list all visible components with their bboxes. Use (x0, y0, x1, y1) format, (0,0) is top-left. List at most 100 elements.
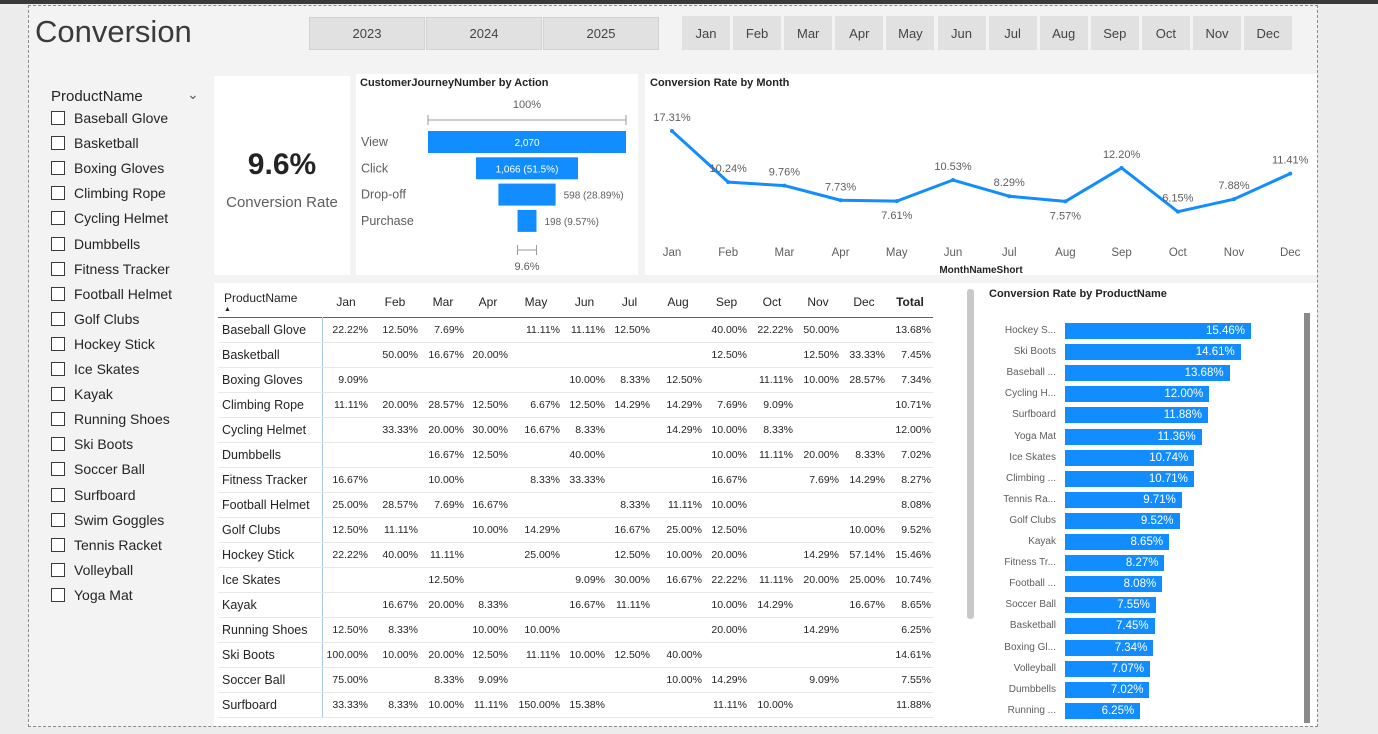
checkbox[interactable] (51, 462, 65, 477)
line-series[interactable] (670, 129, 1291, 214)
month-button-dec[interactable]: Dec (1244, 16, 1293, 50)
year-button-2025[interactable]: 2025 (543, 17, 659, 50)
matrix-column-header[interactable]: Oct (749, 287, 795, 317)
table-row[interactable]: Baseball Glove 22.22% 12.50% 7.69% 11.11% 11.… (218, 317, 933, 343)
slicer-item[interactable]: Boxing Gloves (51, 158, 164, 178)
line-point[interactable] (1007, 194, 1012, 199)
checkbox[interactable] (51, 562, 65, 577)
year-button-2024[interactable]: 2024 (426, 17, 542, 50)
sort-ascending-icon[interactable]: ▲ (224, 306, 322, 313)
table-row[interactable]: Climbing Rope 11.11% 20.00% 28.57% 12.50% 6.6… (218, 392, 933, 418)
line-point[interactable] (1175, 209, 1180, 214)
matrix-row-header[interactable]: ProductName ▲ (218, 287, 322, 317)
chevron-down-icon[interactable]: ⌄ (187, 86, 199, 103)
matrix-column-header[interactable]: Apr (466, 287, 510, 317)
checkbox[interactable] (51, 211, 65, 226)
slicer-item[interactable]: Football Helmet (51, 284, 172, 304)
slicer-item[interactable]: Basketball (51, 133, 139, 153)
bar[interactable]: 15.46% (1065, 323, 1251, 339)
slicer-item[interactable]: Cycling Helmet (51, 208, 168, 228)
checkbox[interactable] (51, 261, 65, 276)
matrix-column-header[interactable]: May (510, 287, 562, 317)
bar[interactable]: 11.88% (1065, 407, 1208, 424)
line-point[interactable] (1288, 171, 1293, 176)
slicer-item[interactable]: Hockey Stick (51, 334, 155, 354)
matrix-column-header[interactable]: Jun (562, 287, 607, 317)
checkbox[interactable] (51, 487, 65, 502)
checkbox[interactable] (51, 286, 65, 301)
slicer-item[interactable]: Golf Clubs (51, 309, 139, 329)
month-button-may[interactable]: May (886, 16, 935, 50)
bar[interactable]: 9.52% (1065, 512, 1180, 529)
matrix-column-header[interactable]: Aug (652, 287, 704, 317)
bar[interactable]: 6.25% (1065, 702, 1141, 719)
line-point[interactable] (782, 183, 787, 188)
matrix-column-header[interactable]: Sep (704, 287, 749, 317)
month-button-sep[interactable]: Sep (1090, 16, 1139, 50)
checkbox[interactable] (51, 412, 65, 427)
line-point[interactable] (1063, 199, 1068, 204)
line-point[interactable] (951, 178, 955, 183)
slicer-item[interactable]: Baseball Glove (51, 108, 168, 128)
month-button-mar[interactable]: Mar (784, 16, 833, 50)
slicer-item[interactable]: Dumbbells (51, 234, 140, 254)
month-button-jun[interactable]: Jun (937, 16, 986, 50)
matrix-column-header[interactable]: Nov (795, 287, 841, 317)
checkbox[interactable] (51, 437, 65, 452)
slicer-item[interactable]: Soccer Ball (51, 459, 145, 479)
year-button-2023[interactable]: 2023 (309, 17, 425, 50)
matrix-column-header[interactable]: Jul (607, 287, 652, 317)
checkbox[interactable] (51, 387, 65, 402)
table-row[interactable]: Boxing Gloves 9.09% 10.00% 8.33% 12.50% 11.11… (218, 367, 933, 393)
checkbox[interactable] (51, 186, 65, 201)
table-row[interactable]: Ski Boots 100.00% 10.00% 20.00% 12.50% 11.11%… (218, 642, 933, 668)
bar[interactable]: 7.55% (1065, 597, 1156, 614)
checkbox[interactable] (51, 336, 65, 351)
slicer-item[interactable]: Climbing Rope (51, 183, 166, 203)
slicer-item[interactable]: Tennis Racket (51, 535, 162, 555)
bar[interactable]: 12.00% (1065, 386, 1210, 403)
bar[interactable]: 11.36% (1065, 428, 1202, 445)
table-row[interactable]: Running Shoes 12.50% 8.33% 10.00% 10.00% 20.0… (218, 617, 933, 643)
bar[interactable]: 10.74% (1065, 449, 1195, 466)
slicer-item[interactable]: Ski Boots (51, 434, 133, 454)
table-row[interactable]: Surfboard 33.33% 8.33% 10.00% 11.11% 150.00% 1… (218, 692, 933, 718)
table-row[interactable]: Soccer Ball 75.00% 8.33% 9.09% 10.00% 14.29% 9… (218, 667, 933, 693)
matrix-column-header[interactable]: Jan (322, 287, 370, 317)
slicer-item[interactable]: Volleyball (51, 560, 133, 580)
bar[interactable]: 7.07% (1065, 660, 1151, 677)
checkbox[interactable] (51, 236, 65, 251)
bar[interactable]: 8.65% (1065, 534, 1170, 550)
checkbox[interactable] (51, 537, 65, 552)
bar[interactable]: 8.08% (1065, 576, 1163, 593)
checkbox[interactable] (51, 111, 65, 125)
checkbox[interactable] (51, 136, 65, 151)
line-point[interactable] (894, 199, 899, 204)
checkbox[interactable] (51, 362, 65, 376)
line-point[interactable] (838, 198, 843, 203)
month-button-apr[interactable]: Apr (835, 16, 884, 50)
table-row[interactable]: Football Helmet 25.00% 28.57% 7.69% 16.67% 8.… (218, 492, 933, 518)
table-row[interactable]: Golf Clubs 12.50% 11.11% 10.00% 14.29% 16.67%… (218, 517, 933, 543)
slicer-item[interactable]: Surfboard (51, 485, 135, 505)
slicer-item[interactable]: Ice Skates (51, 359, 139, 379)
bar[interactable]: 14.61% (1065, 344, 1241, 361)
slicer-item[interactable]: Running Shoes (51, 409, 170, 429)
month-button-feb[interactable]: Feb (733, 16, 782, 50)
matrix-column-header[interactable]: Total (887, 287, 933, 317)
month-button-nov[interactable]: Nov (1193, 16, 1241, 50)
bar[interactable]: 7.34% (1065, 639, 1154, 656)
slicer-item[interactable]: Swim Goggles (51, 510, 164, 530)
month-button-aug[interactable]: Aug (1039, 16, 1088, 50)
matrix-column-header[interactable]: Feb (370, 287, 420, 317)
bar[interactable]: 10.71% (1065, 470, 1194, 487)
checkbox[interactable] (51, 512, 65, 527)
matrix-column-header[interactable]: Dec (841, 287, 887, 317)
table-row[interactable]: Ice Skates 12.50% 9.09% 30.00% 16.67% 22.22% 1… (218, 567, 933, 593)
bar-chart-scrollbar[interactable] (1304, 313, 1310, 723)
slicer-item[interactable]: Fitness Tracker (51, 259, 170, 279)
matrix-column-header[interactable]: Mar (420, 287, 466, 317)
table-row[interactable]: Basketball 50.00% 16.67% 20.00% 12.50% 12.50%… (218, 342, 933, 368)
line-point[interactable] (1232, 197, 1236, 202)
month-button-jan[interactable]: Jan (682, 16, 730, 50)
